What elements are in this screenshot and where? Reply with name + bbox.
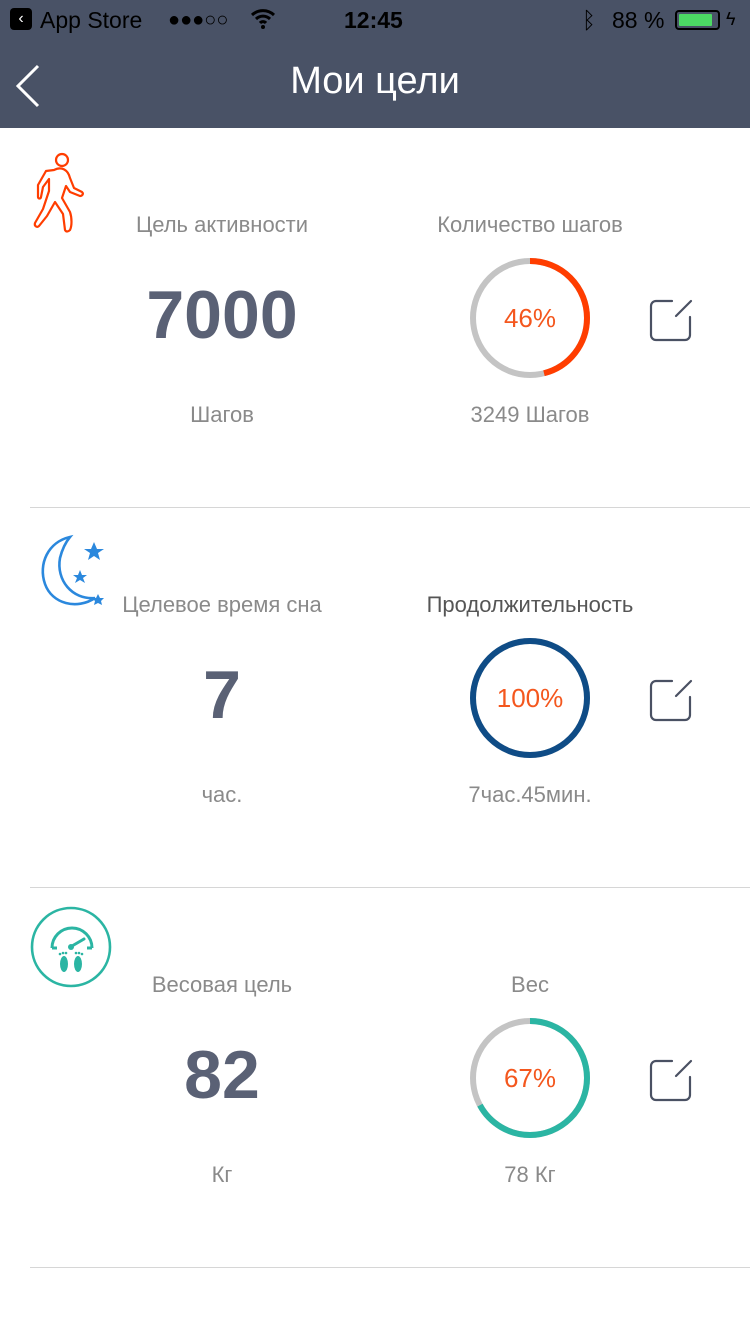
progress-title: Вес — [511, 972, 549, 997]
page-title: Мои цели — [290, 60, 460, 102]
back-to-app-icon[interactable]: ‹ — [10, 8, 32, 30]
edit-icon[interactable] — [648, 297, 694, 343]
battery-icon — [675, 10, 720, 30]
bluetooth-icon: ᛒ — [582, 7, 596, 33]
goal-value: 7 — [203, 657, 241, 733]
goal-title: Цель активности — [135, 212, 309, 237]
goal-title: Весовая цель — [151, 972, 293, 997]
goal-section: Весовая цель 82 Кг Вес 67% 78 Кг — [0, 888, 750, 1268]
charging-icon: ϟ — [726, 9, 736, 29]
current-value: 3249 Шагов — [470, 402, 590, 427]
progress-title: Продолжительность — [426, 592, 634, 617]
goal-unit: Шагов — [190, 402, 254, 427]
progress-ring: 67% — [468, 1016, 592, 1140]
edit-icon[interactable] — [648, 677, 694, 723]
divider — [30, 1267, 750, 1268]
current-value: 78 Кг — [504, 1162, 556, 1187]
goal-unit: час. — [201, 782, 243, 807]
status-bar: ‹ App Store ●●●○○ 12:45 ᛒ 88 % ϟ — [0, 0, 750, 40]
goal-unit: Кг — [211, 1162, 233, 1187]
goal-value: 7000 — [146, 277, 298, 353]
goal-value: 82 — [184, 1037, 260, 1113]
battery-percent: 88 % — [612, 7, 665, 33]
back-app-label[interactable]: App Store — [40, 7, 142, 34]
edit-icon[interactable] — [648, 1057, 694, 1103]
clock: 12:45 — [344, 7, 403, 33]
progress-percent: 100% — [496, 682, 564, 713]
goal-title: Целевое время сна — [122, 592, 322, 617]
progress-ring: 100% — [468, 636, 592, 760]
current-value: 7час.45мин. — [468, 782, 592, 807]
nav-header: ‹ App Store ●●●○○ 12:45 ᛒ 88 % ϟ Мои цел… — [0, 0, 750, 128]
progress-ring: 46% — [468, 256, 592, 380]
goal-section: Целевое время сна 7 час. Продолжительнос… — [0, 508, 750, 888]
progress-percent: 67% — [503, 1062, 557, 1093]
wifi-icon — [250, 7, 276, 35]
signal-icon: ●●●○○ — [168, 9, 229, 31]
progress-percent: 46% — [503, 302, 557, 333]
progress-title: Количество шагов — [437, 212, 623, 237]
goal-section: Цель активности 7000 Шагов Количество ша… — [0, 128, 750, 508]
